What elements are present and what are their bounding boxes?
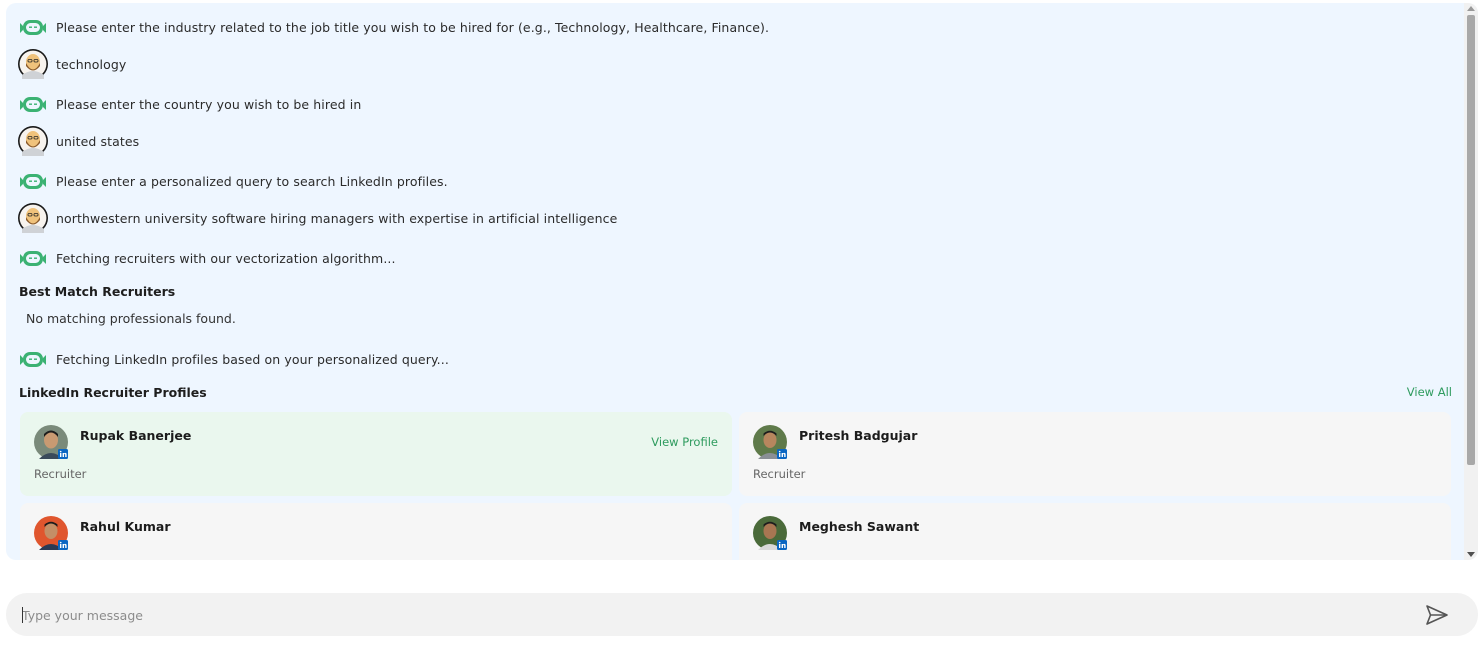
chat-scrollbar[interactable] — [1464, 3, 1478, 560]
message-text: Fetching LinkedIn profiles based on your… — [56, 351, 449, 367]
user-message: northwestern university software hiring … — [18, 203, 617, 233]
message-input[interactable] — [22, 601, 1402, 629]
text-caret — [22, 607, 23, 623]
profile-name: Rahul Kumar — [80, 519, 171, 534]
profile-card[interactable]: Meghesh Sawant — [739, 503, 1451, 560]
linkedin-icon — [58, 540, 68, 550]
profile-avatar — [753, 516, 787, 550]
view-profile-link[interactable]: View Profile — [651, 435, 718, 449]
profile-avatar — [753, 425, 787, 459]
linkedin-icon — [777, 449, 787, 459]
user-message: united states — [18, 126, 139, 156]
bot-message: Fetching recruiters with our vectorizati… — [18, 243, 396, 273]
bot-icon — [18, 349, 48, 369]
message-text: northwestern university software hiring … — [56, 210, 618, 226]
message-text: Please enter the country you wish to be … — [56, 96, 362, 112]
bot-icon — [18, 94, 48, 114]
chat-messages: Please enter the industry related to the… — [6, 3, 1464, 560]
bot-message: Please enter the country you wish to be … — [18, 89, 361, 119]
bot-icon — [18, 248, 48, 268]
bot-message: Please enter a personalized query to sea… — [18, 166, 448, 196]
scrollbar-thumb[interactable] — [1467, 15, 1475, 465]
bot-icon — [18, 17, 48, 37]
profile-card[interactable]: Rupak Banerjee View Profile Recruiter — [20, 412, 732, 496]
user-avatar-icon — [18, 203, 48, 233]
linkedin-icon — [777, 540, 787, 550]
message-text: technology — [56, 56, 127, 72]
linkedin-icon — [58, 449, 68, 459]
best-match-title: Best Match Recruiters — [19, 284, 176, 299]
profile-name: Pritesh Badgujar — [799, 428, 918, 443]
profile-name: Meghesh Sawant — [799, 519, 920, 534]
user-message: technology — [18, 49, 126, 79]
view-all-link[interactable]: View All — [1407, 385, 1452, 399]
profile-card[interactable]: Rahul Kumar — [20, 503, 732, 560]
message-text: Please enter a personalized query to sea… — [56, 173, 448, 189]
chat-panel: Please enter the industry related to the… — [6, 3, 1478, 560]
profile-name: Rupak Banerjee — [80, 428, 192, 443]
scroll-down-arrow-icon[interactable] — [1467, 552, 1475, 557]
bot-icon — [18, 171, 48, 191]
message-text: Please enter the industry related to the… — [56, 19, 770, 35]
profile-avatar — [34, 425, 68, 459]
message-text: united states — [56, 133, 140, 149]
profile-avatar — [34, 516, 68, 550]
message-text: Fetching recruiters with our vectorizati… — [56, 250, 396, 266]
scroll-up-arrow-icon[interactable] — [1467, 6, 1475, 11]
profile-role: Recruiter — [34, 467, 87, 481]
user-avatar-icon — [18, 49, 48, 79]
no-match-text: No matching professionals found. — [26, 311, 236, 326]
profile-card[interactable]: Pritesh Badgujar Recruiter — [739, 412, 1451, 496]
bot-message: Please enter the industry related to the… — [18, 12, 769, 42]
message-composer — [6, 593, 1478, 636]
send-icon[interactable] — [1424, 603, 1450, 627]
profile-role: Recruiter — [753, 467, 806, 481]
linkedin-profiles-title: LinkedIn Recruiter Profiles — [19, 385, 207, 400]
bot-message: Fetching LinkedIn profiles based on your… — [18, 344, 449, 374]
user-avatar-icon — [18, 126, 48, 156]
